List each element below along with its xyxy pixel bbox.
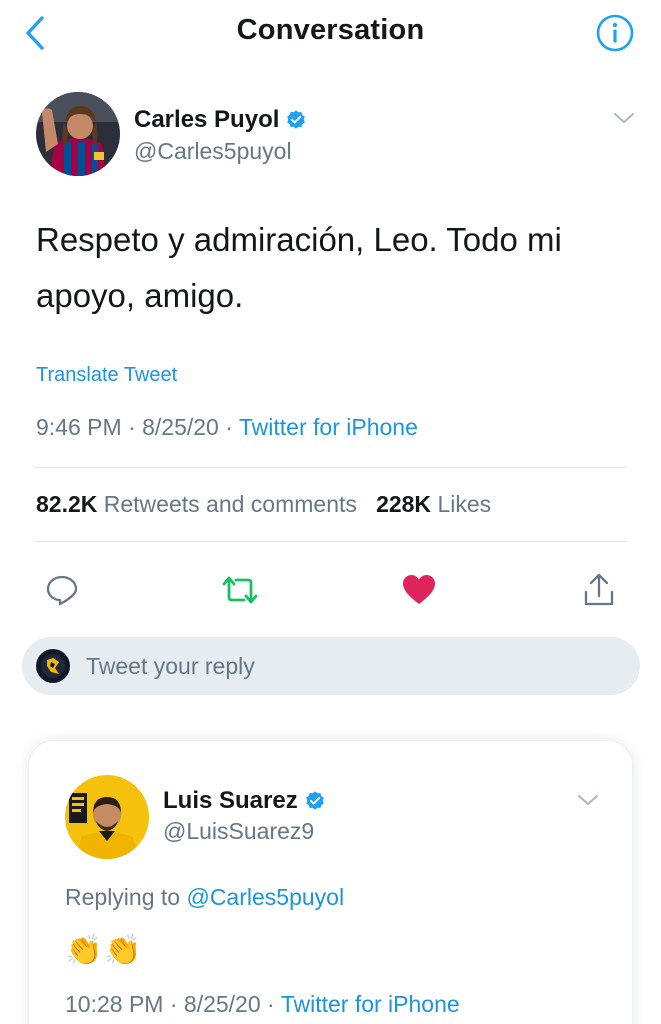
nav-header: Conversation — [0, 0, 661, 64]
reply-author-handle[interactable]: @LuisSuarez9 — [163, 818, 314, 845]
reply-author-name-row: Luis Suarez — [163, 787, 326, 815]
info-icon — [596, 14, 634, 52]
meta-separator: · — [128, 414, 136, 440]
likes-label: Likes — [437, 491, 492, 517]
replying-to-line: Replying to @Carles5puyol — [65, 884, 344, 911]
author-name-row: Carles Puyol — [134, 106, 307, 134]
likes-stat[interactable]: 228K Likes — [376, 491, 491, 517]
retweet-button[interactable] — [218, 568, 262, 612]
reply-options-button[interactable] — [576, 790, 600, 810]
comment-icon — [46, 575, 78, 606]
reply-source-link[interactable]: Twitter for iPhone — [281, 991, 460, 1017]
author-handle[interactable]: @Carles5puyol — [134, 138, 292, 165]
tweet-text: Respeto y admiración, Leo. Todo mi apoyo… — [36, 221, 562, 314]
meta-separator: · — [169, 991, 178, 1017]
reply-button[interactable] — [40, 568, 84, 612]
reply-placeholder: Tweet your reply — [86, 653, 255, 679]
translate-tweet-link[interactable]: Translate Tweet — [36, 364, 177, 387]
user-avatar-icon — [36, 649, 70, 683]
chevron-down-icon — [614, 113, 634, 123]
likes-count: 228K — [376, 491, 432, 517]
tweet-stats: 82.2K Retweets and comments 228K Likes — [36, 491, 491, 518]
reply-date: 8/25/20 — [183, 991, 261, 1017]
retweets-label: Retweets and comments — [103, 491, 357, 517]
divider — [34, 467, 627, 468]
tweet-options-button[interactable] — [612, 108, 636, 128]
tweet-date: 8/25/20 — [142, 414, 219, 440]
mention-link[interactable]: @Carles5puyol — [186, 884, 344, 910]
share-button[interactable] — [577, 568, 621, 612]
meta-separator: · — [267, 991, 275, 1017]
like-button[interactable] — [397, 568, 441, 612]
page-title: Conversation — [236, 14, 425, 46]
clapping-hands-emoji: 👏 — [65, 934, 103, 967]
retweets-stat[interactable]: 82.2K Retweets and comments — [36, 491, 357, 517]
meta-separator: · — [225, 414, 233, 440]
profile-photo-suarez — [65, 775, 149, 859]
tweet-author: Carles Puyol @Carles5puyol — [36, 92, 636, 182]
reply-time: 10:28 PM — [65, 991, 164, 1017]
divider — [34, 541, 627, 542]
share-icon — [584, 573, 614, 606]
avatar — [36, 649, 70, 683]
tweet-source-link[interactable]: Twitter for iPhone — [239, 414, 418, 440]
tweet-timestamp: 9:46 PM · 8/25/20 · Twitter for iPhone — [36, 414, 418, 441]
verified-badge-icon — [287, 110, 306, 129]
info-button[interactable] — [595, 13, 635, 53]
reply-timestamp: 10:28 PM · 8/25/20 · Twitter for iPhone — [65, 991, 460, 1018]
verified-badge-icon — [305, 791, 324, 810]
avatar[interactable] — [65, 775, 149, 859]
author-name[interactable]: Carles Puyol — [134, 106, 279, 134]
tweet-time: 9:46 PM — [36, 414, 122, 440]
tweet-action-bar — [36, 568, 626, 614]
replying-prefix: Replying to — [65, 884, 181, 910]
retweet-icon — [222, 576, 258, 604]
reply-input[interactable]: Tweet your reply — [22, 637, 640, 695]
retweets-count: 82.2K — [36, 491, 98, 517]
clapping-hands-emoji: 👏 — [104, 934, 142, 967]
profile-photo-puyol — [36, 92, 120, 176]
chevron-down-icon — [578, 795, 598, 805]
heart-icon — [403, 575, 435, 604]
reply-author-name[interactable]: Luis Suarez — [163, 787, 298, 815]
reply-tweet-card[interactable]: Luis Suarez @LuisSuarez9 Replying to @Ca… — [28, 740, 633, 1024]
avatar[interactable] — [36, 92, 120, 176]
reply-text: 👏 👏 — [65, 933, 142, 969]
